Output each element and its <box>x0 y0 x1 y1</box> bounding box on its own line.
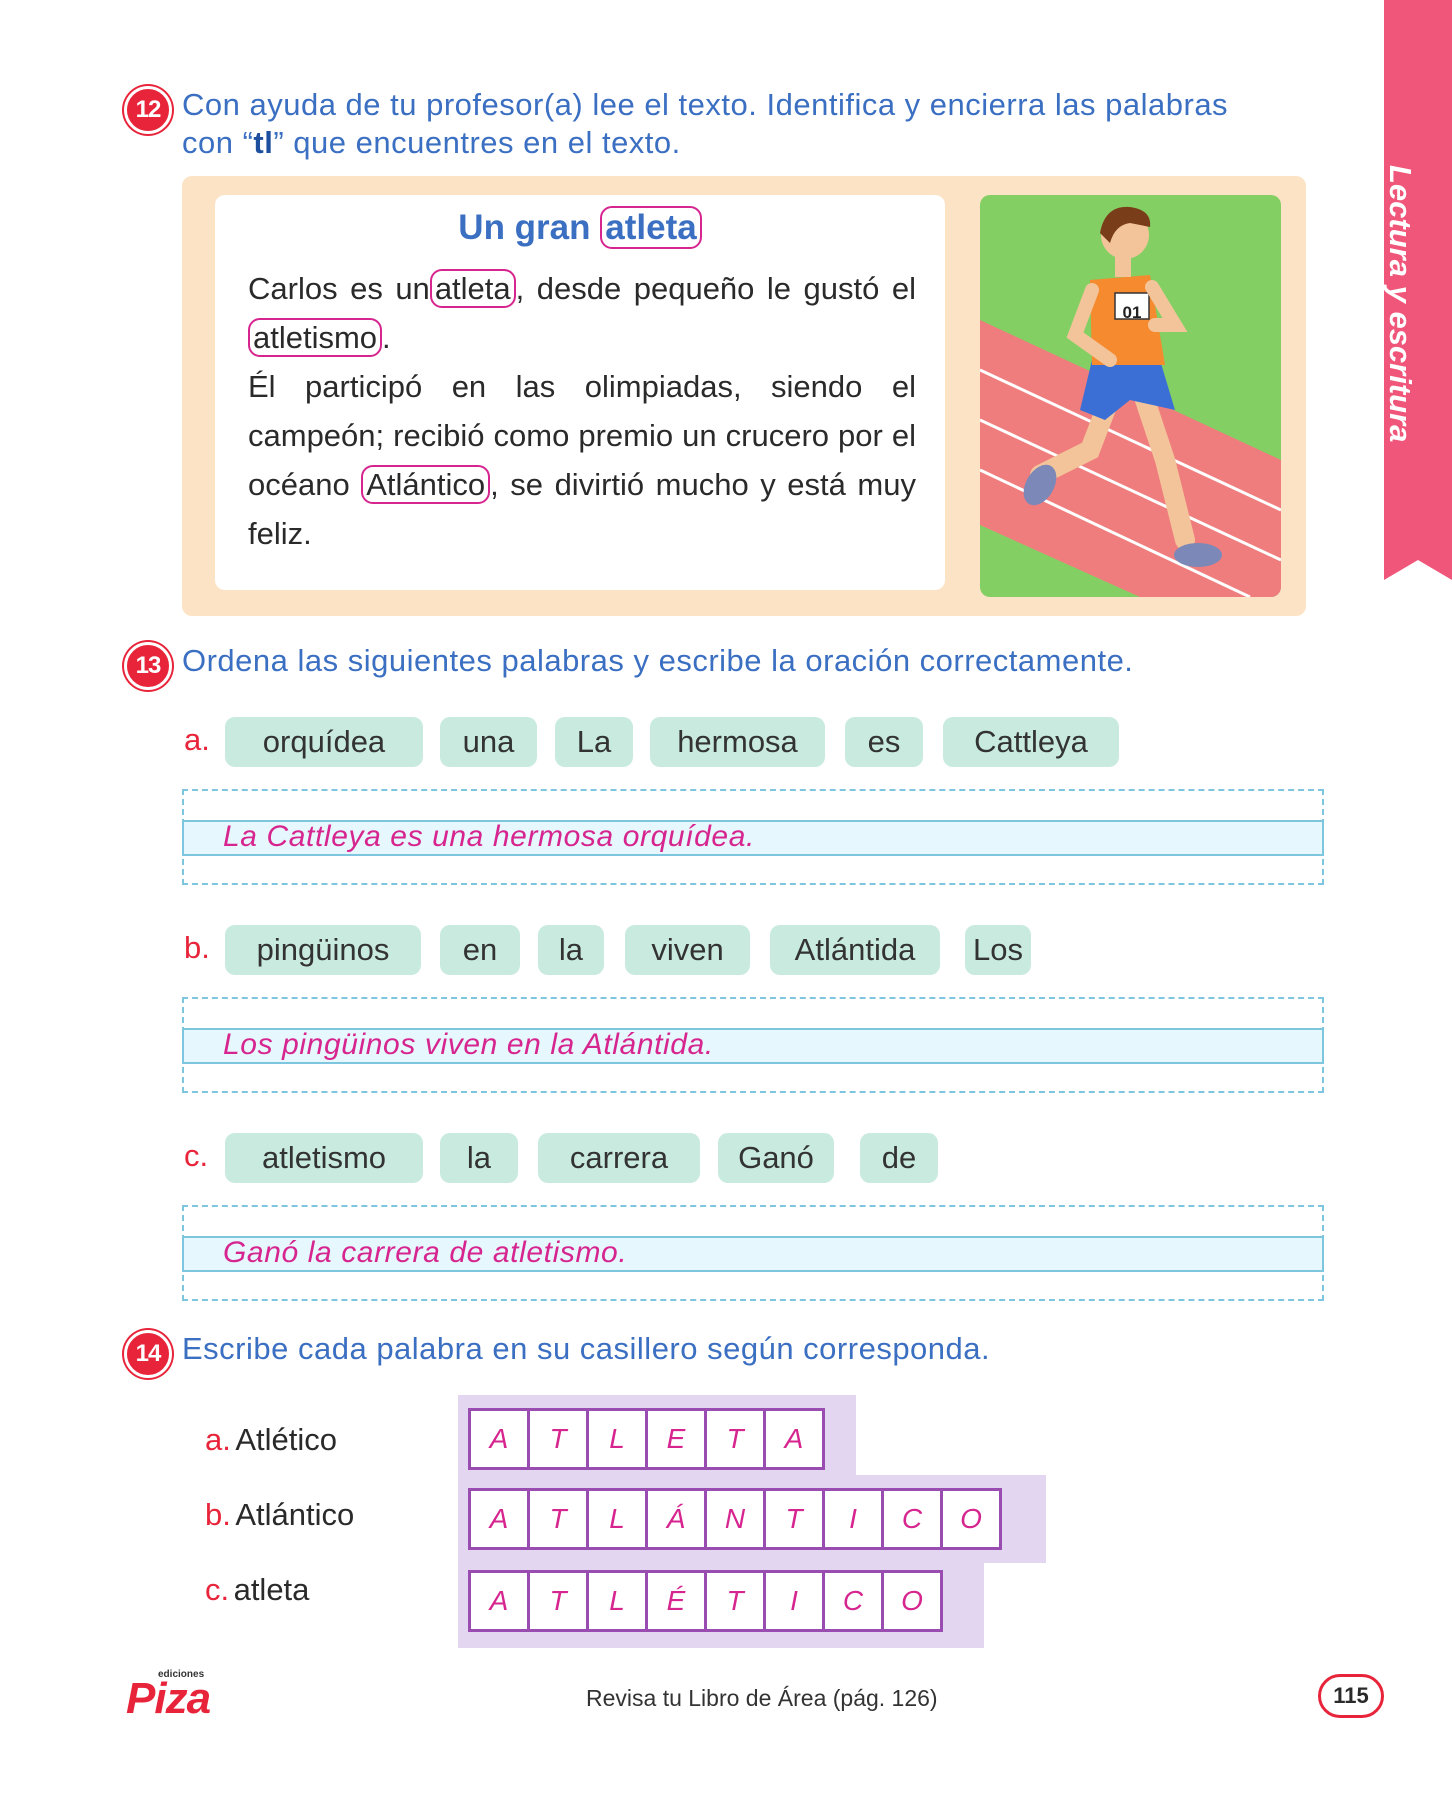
option-a: a. Atlético <box>205 1422 337 1458</box>
exercise-14-badge: 14 <box>124 1330 172 1378</box>
reading-body: Carlos es un atleta, desde pequeño le gus… <box>248 264 916 558</box>
grid-cell[interactable]: O <box>940 1488 1002 1550</box>
exercise-12-instruction-line2: con “tl” que encuentres en el texto. <box>182 124 1322 162</box>
grid-cell[interactable]: C <box>822 1570 884 1632</box>
circled-word-atleta: atleta <box>429 269 516 308</box>
runner-bib-number: 01 <box>1122 303 1142 322</box>
exercise-12-instruction-line1: Con ayuda de tu profesor(a) lee el texto… <box>182 87 1229 122</box>
grid-cell[interactable]: I <box>822 1488 884 1550</box>
exercise-13-badge: 13 <box>124 642 172 690</box>
reading-title: Un gran atleta <box>215 206 945 249</box>
option-word: atleta <box>233 1572 310 1607</box>
answer-text-c: Ganó la carrera de atletismo. <box>223 1236 628 1269</box>
word-chip: Ganó <box>718 1133 834 1183</box>
item-c-letter: c. <box>184 1138 209 1173</box>
grid-cell[interactable]: C <box>881 1488 943 1550</box>
grid-cell[interactable]: L <box>586 1570 648 1632</box>
option-letter: a. <box>205 1422 231 1457</box>
p1-post: , desde pequeño le gustó el <box>515 271 917 306</box>
circled-word-atlantico: Atlántico <box>361 465 491 504</box>
word-chip: carrera <box>538 1133 700 1183</box>
grid-cell[interactable]: A <box>763 1408 825 1470</box>
word-chip: en <box>440 925 520 975</box>
word-chip: Atlántida <box>770 925 940 975</box>
word-chip: hermosa <box>650 717 825 767</box>
instr-bold: tl <box>253 125 274 160</box>
side-tab-notch <box>1384 560 1452 580</box>
word-chip: es <box>845 717 923 767</box>
exercise-12-instruction: Con ayuda de tu profesor(a) lee el texto… <box>182 86 1322 162</box>
grid-cell[interactable]: A <box>468 1408 530 1470</box>
word-chip: atletismo <box>225 1133 423 1183</box>
grid-cell[interactable]: T <box>527 1488 589 1550</box>
circled-word-atletismo: atletismo <box>248 318 383 357</box>
grid-cell[interactable]: A <box>468 1488 530 1550</box>
grid-cell[interactable]: A <box>468 1570 530 1632</box>
option-word: Atlántico <box>235 1497 355 1532</box>
option-letter: b. <box>205 1497 231 1532</box>
grid-cell[interactable]: É <box>645 1570 707 1632</box>
option-c: c. atleta <box>205 1572 309 1608</box>
title-pre: Un gran <box>458 208 591 247</box>
word-chip: La <box>555 717 633 767</box>
word-chip: Cattleya <box>943 717 1119 767</box>
letter-grid-3: A T L É T I C O <box>468 1570 943 1632</box>
grid-cell[interactable]: Á <box>645 1488 707 1550</box>
word-chip: la <box>538 925 604 975</box>
answer-text-b: Los pingüinos viven en la Atlántida. <box>223 1028 714 1061</box>
grid-cell[interactable]: L <box>586 1408 648 1470</box>
p1-end: . <box>382 320 391 355</box>
grid-cell[interactable]: E <box>645 1408 707 1470</box>
grid-cell[interactable]: T <box>527 1408 589 1470</box>
word-chip: Los <box>965 925 1031 975</box>
instr-pre: con “ <box>182 125 254 160</box>
p1-pre: Carlos es un <box>248 271 430 306</box>
grid-cell[interactable]: N <box>704 1488 766 1550</box>
grid-cell[interactable]: T <box>763 1488 825 1550</box>
word-chip: la <box>440 1133 518 1183</box>
title-circled-word: atleta <box>600 206 702 249</box>
option-b: b. Atlántico <box>205 1497 354 1533</box>
item-b-letter: b. <box>184 930 210 965</box>
page-number: 115 <box>1318 1674 1384 1718</box>
grid-cell[interactable]: T <box>527 1570 589 1632</box>
word-chip: viven <box>625 925 750 975</box>
footer-note: Revisa tu Libro de Área (pág. 126) <box>586 1685 938 1711</box>
grid-cell[interactable]: T <box>704 1570 766 1632</box>
word-chip: de <box>860 1133 938 1183</box>
grid-cell[interactable]: L <box>586 1488 648 1550</box>
exercise-12-badge: 12 <box>124 86 172 134</box>
grid-cell[interactable]: I <box>763 1570 825 1632</box>
grid-cell[interactable]: O <box>881 1570 943 1632</box>
side-tab-label: Lectura y escritura <box>1383 165 1418 443</box>
option-word: Atlético <box>235 1422 337 1457</box>
instr-post: ” que encuentres en el texto. <box>273 125 681 160</box>
letter-grid-1: A T L E T A <box>468 1408 825 1470</box>
grid-cell[interactable]: T <box>704 1408 766 1470</box>
runner-illustration <box>980 195 1281 597</box>
answer-text-a: La Cattleya es una hermosa orquídea. <box>223 820 755 853</box>
option-letter: c. <box>205 1572 230 1607</box>
exercise-14-instruction: Escribe cada palabra en su casillero seg… <box>182 1331 991 1366</box>
item-a-letter: a. <box>184 722 210 757</box>
word-chip: pingüinos <box>225 925 421 975</box>
letter-grid-2: A T L Á N T I C O <box>468 1488 1002 1550</box>
publisher-logo: Piza <box>126 1674 211 1723</box>
word-chip: orquídea <box>225 717 423 767</box>
exercise-13-instruction: Ordena las siguientes palabras y escribe… <box>182 643 1134 678</box>
word-chip: una <box>440 717 537 767</box>
